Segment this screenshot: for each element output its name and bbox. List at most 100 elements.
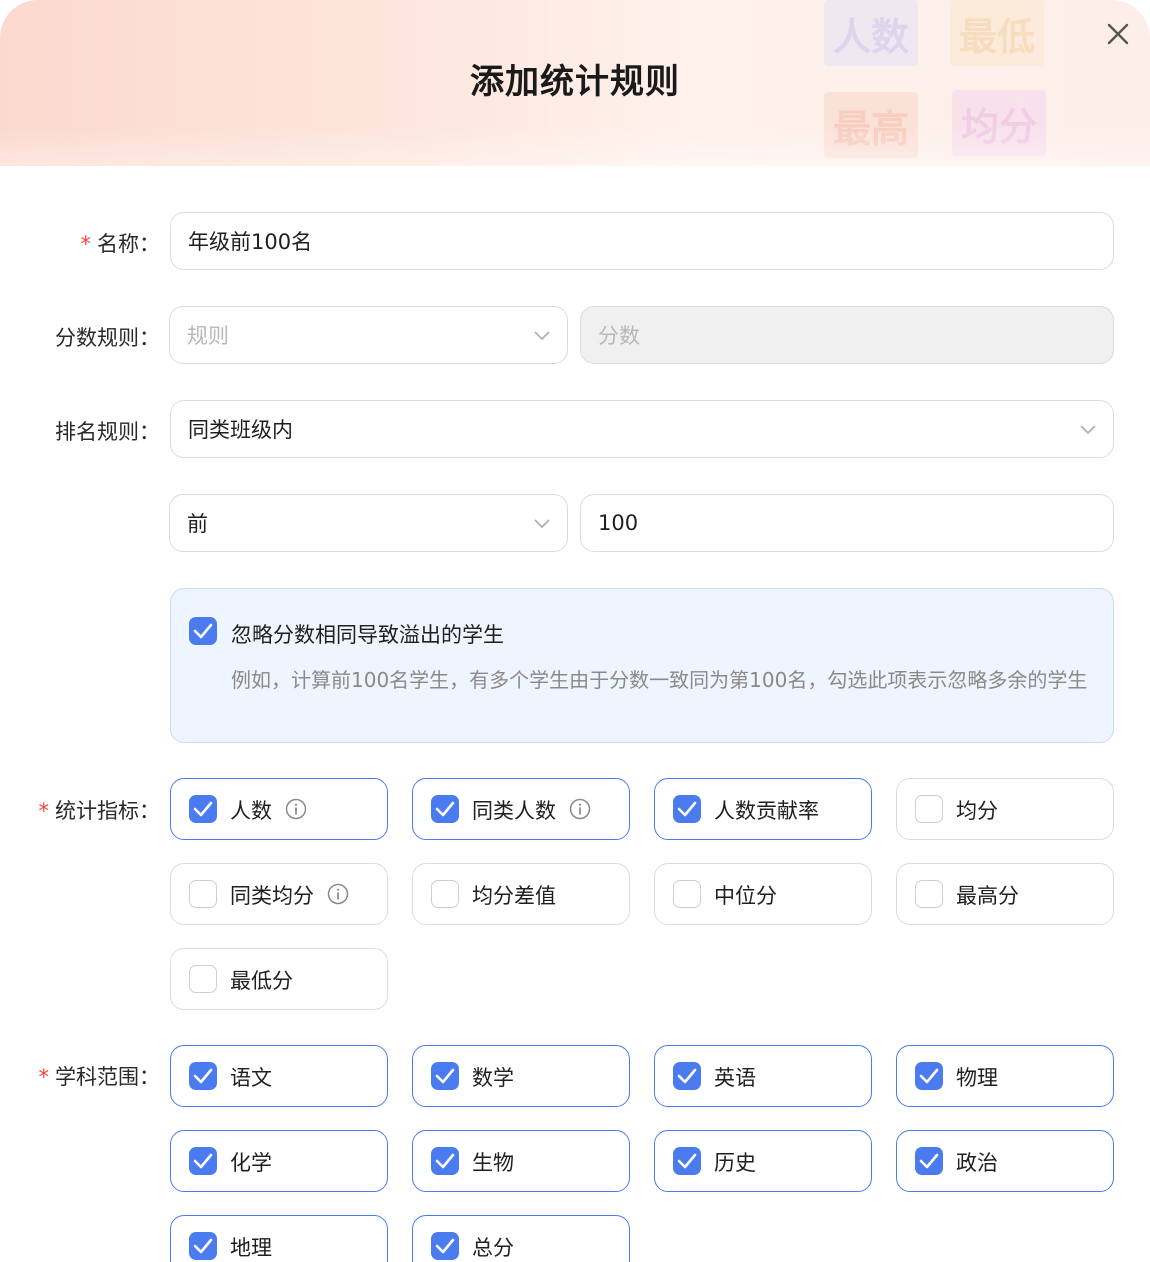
option-label: 中位分 — [714, 884, 777, 908]
checkbox[interactable] — [431, 795, 459, 823]
option-label: 人数 — [230, 799, 272, 823]
add-stat-rule-dialog: 人数 最低 最高 均分 添加统计规则 * 名称： 年级前100名 分数规则： 规则… — [0, 0, 1150, 1262]
check-icon — [435, 1153, 455, 1169]
name-label: * 名称： — [80, 232, 161, 256]
checkbox[interactable] — [673, 1062, 701, 1090]
required-mark: * — [80, 232, 92, 256]
required-mark: * — [38, 1065, 50, 1089]
rank-count-input[interactable]: 100 — [580, 494, 1114, 552]
checkbox[interactable] — [673, 1147, 701, 1175]
subject-option[interactable]: 生物 — [412, 1130, 630, 1192]
metric-option[interactable]: 同类人数 — [412, 778, 630, 840]
dialog-title: 添加统计规则 — [470, 62, 680, 102]
checkbox[interactable] — [189, 1062, 217, 1090]
option-label: 数学 — [472, 1066, 514, 1090]
close-icon — [1107, 23, 1129, 45]
subject-option[interactable]: 地理 — [170, 1215, 388, 1262]
option-label: 政治 — [956, 1151, 998, 1175]
check-icon — [919, 1068, 939, 1084]
info-icon[interactable] — [327, 883, 349, 905]
score-rule-select[interactable]: 规则 — [169, 306, 568, 364]
option-label: 同类均分 — [230, 884, 314, 908]
checkbox[interactable] — [431, 1232, 459, 1260]
check-icon — [193, 801, 213, 817]
info-icon[interactable] — [285, 798, 307, 820]
checkbox[interactable] — [915, 795, 943, 823]
subject-option[interactable]: 英语 — [654, 1045, 872, 1107]
subject-option[interactable]: 物理 — [896, 1045, 1114, 1107]
metric-option[interactable]: 均分差值 — [412, 863, 630, 925]
rank-rule-value: 同类班级内 — [188, 418, 293, 442]
checkbox[interactable] — [673, 880, 701, 908]
option-label: 均分 — [956, 799, 998, 823]
score-value-placeholder: 分数 — [598, 324, 640, 348]
metric-option[interactable]: 同类均分 — [170, 863, 388, 925]
ignore-overflow-label: 忽略分数相同导致溢出的学生 — [231, 623, 504, 647]
name-value: 年级前100名 — [188, 230, 313, 254]
option-label: 物理 — [956, 1066, 998, 1090]
check-icon — [193, 1068, 213, 1084]
metric-option[interactable]: 均分 — [896, 778, 1114, 840]
subject-option[interactable]: 总分 — [412, 1215, 630, 1262]
subject-option[interactable]: 数学 — [412, 1045, 630, 1107]
ignore-overflow-checkbox[interactable] — [189, 617, 217, 645]
ignore-overflow-description: 例如，计算前100名学生，有多个学生由于分数一致同为第100名，勾选此项表示忽略… — [231, 668, 1088, 692]
metrics-label: * 统计指标： — [38, 799, 161, 823]
checkbox[interactable] — [915, 1147, 943, 1175]
checkbox[interactable] — [189, 795, 217, 823]
checkbox[interactable] — [189, 965, 217, 993]
metric-option[interactable]: 最高分 — [896, 863, 1114, 925]
score-value-input: 分数 — [580, 306, 1114, 364]
option-label: 语文 — [230, 1066, 272, 1090]
checkbox[interactable] — [189, 1147, 217, 1175]
rank-rule-label: 排名规则： — [55, 420, 160, 444]
check-icon — [435, 801, 455, 817]
checkbox[interactable] — [189, 1232, 217, 1260]
subject-option[interactable]: 政治 — [896, 1130, 1114, 1192]
score-rule-label: 分数规则： — [55, 326, 160, 350]
chevron-down-icon — [534, 331, 550, 341]
subject-option[interactable]: 化学 — [170, 1130, 388, 1192]
check-icon — [677, 801, 697, 817]
rank-direction-select[interactable]: 前 — [169, 494, 568, 552]
option-label: 最高分 — [956, 884, 1019, 908]
name-input[interactable]: 年级前100名 — [170, 212, 1114, 270]
checkbox[interactable] — [673, 795, 701, 823]
checkbox[interactable] — [431, 1062, 459, 1090]
option-label: 最低分 — [230, 969, 293, 993]
option-label: 英语 — [714, 1066, 756, 1090]
check-icon — [193, 1238, 213, 1254]
metric-option[interactable]: 中位分 — [654, 863, 872, 925]
option-label: 人数贡献率 — [714, 799, 819, 823]
chevron-down-icon — [534, 519, 550, 529]
check-icon — [677, 1153, 697, 1169]
option-label: 地理 — [230, 1236, 272, 1260]
required-mark: * — [38, 799, 50, 823]
checkbox[interactable] — [189, 880, 217, 908]
rank-direction-value: 前 — [187, 512, 208, 536]
score-rule-placeholder: 规则 — [187, 324, 229, 348]
option-label: 化学 — [230, 1151, 272, 1175]
option-label: 总分 — [472, 1236, 514, 1260]
subject-option[interactable]: 语文 — [170, 1045, 388, 1107]
rank-rule-select[interactable]: 同类班级内 — [170, 400, 1114, 458]
check-icon — [677, 1068, 697, 1084]
option-label: 生物 — [472, 1151, 514, 1175]
metric-option[interactable]: 人数贡献率 — [654, 778, 872, 840]
checkbox[interactable] — [915, 880, 943, 908]
checkbox[interactable] — [431, 1147, 459, 1175]
metric-option[interactable]: 最低分 — [170, 948, 388, 1010]
checkbox[interactable] — [915, 1062, 943, 1090]
metric-option[interactable]: 人数 — [170, 778, 388, 840]
check-icon — [435, 1068, 455, 1084]
check-icon — [435, 1238, 455, 1254]
dialog-header: 人数 最低 最高 均分 添加统计规则 — [0, 0, 1150, 166]
rank-count-value: 100 — [598, 511, 639, 535]
close-button[interactable] — [1102, 18, 1134, 50]
option-label: 历史 — [714, 1151, 756, 1175]
option-label: 均分差值 — [472, 884, 556, 908]
subjects-label: * 学科范围： — [38, 1065, 161, 1089]
subject-option[interactable]: 历史 — [654, 1130, 872, 1192]
info-icon[interactable] — [569, 798, 591, 820]
checkbox[interactable] — [431, 880, 459, 908]
